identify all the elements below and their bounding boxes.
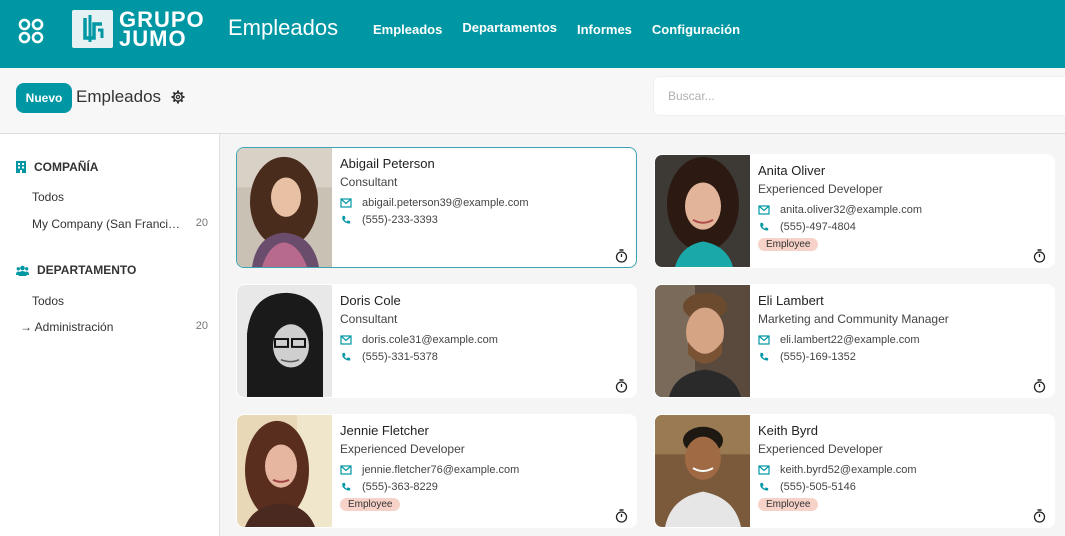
phone-icon — [342, 482, 351, 491]
main-menu: Empleados Departamentos Informes Configu… — [373, 20, 760, 37]
employee-tag: Employee — [340, 498, 401, 511]
employee-photo — [655, 285, 750, 397]
employee-phone[interactable]: (555)-505-5146 — [758, 481, 1044, 493]
employee-card[interactable]: Jennie Fletcher Experienced Developer je… — [236, 414, 637, 528]
section-company-title: COMPAÑÍA — [34, 160, 99, 174]
employee-email[interactable]: jennie.fletcher76@example.com — [340, 464, 626, 476]
employee-photo — [655, 155, 750, 267]
employee-email[interactable]: abigail.peterson39@example.com — [340, 197, 626, 209]
employee-tag: Employee — [758, 498, 819, 511]
stopwatch-icon[interactable] — [1033, 379, 1046, 393]
employee-phone[interactable]: (555)-363-8229 — [340, 481, 626, 493]
employee-name: Doris Cole — [340, 293, 401, 308]
employee-photo — [237, 285, 332, 397]
employee-name: Keith Byrd — [758, 423, 818, 438]
employee-job: Experienced Developer — [758, 182, 883, 196]
envelope-icon — [758, 335, 770, 345]
employee-job: Consultant — [340, 312, 398, 326]
brand-mark-icon — [72, 10, 113, 48]
brand-line-2: JUMO — [119, 26, 187, 51]
menu-configuracion[interactable]: Configuración — [652, 22, 740, 37]
menu-informes[interactable]: Informes — [577, 22, 632, 37]
employee-phone[interactable]: (555)-169-1352 — [758, 351, 1044, 363]
section-department: DEPARTAMENTO — [16, 263, 136, 277]
employee-job: Marketing and Community Manager — [758, 312, 949, 326]
employee-name: Eli Lambert — [758, 293, 824, 308]
employee-photo — [237, 415, 332, 527]
brand-logo[interactable]: GRUPO JUMO — [72, 9, 205, 51]
envelope-icon — [340, 335, 352, 345]
employee-card[interactable]: Eli Lambert Marketing and Community Mana… — [654, 284, 1055, 398]
employee-card[interactable]: Doris Cole Consultant doris.cole31@examp… — [236, 284, 637, 398]
building-icon — [16, 161, 26, 173]
top-navbar: GRUPO JUMO Empleados Empleados Departame… — [0, 0, 1065, 68]
stopwatch-icon[interactable] — [615, 379, 628, 393]
breadcrumb: Empleados — [76, 87, 162, 106]
control-panel: Nuevo Empleados — [0, 68, 1065, 134]
employee-tag: Employee — [758, 238, 819, 251]
phone-icon — [760, 352, 769, 361]
employee-photo — [237, 148, 332, 267]
employee-job: Experienced Developer — [340, 442, 465, 456]
department-item-administracion[interactable]: → Administración 20 — [20, 320, 208, 334]
section-company: COMPAÑÍA — [16, 160, 98, 174]
new-button[interactable]: Nuevo — [16, 83, 72, 113]
employee-name: Anita Oliver — [758, 163, 826, 178]
menu-empleados[interactable]: Empleados — [373, 22, 442, 37]
employee-photo — [655, 415, 750, 527]
stopwatch-icon[interactable] — [1033, 509, 1046, 523]
employee-phone[interactable]: (555)-233-3393 — [340, 214, 626, 226]
phone-icon — [760, 482, 769, 491]
employee-job: Consultant — [340, 175, 398, 189]
company-item-my-company[interactable]: My Company (San Francisco) 20 — [32, 217, 208, 231]
envelope-icon — [340, 198, 352, 208]
employee-email[interactable]: doris.cole31@example.com — [340, 334, 626, 346]
search-panel-sidebar: COMPAÑÍA Todos My Company (San Francisco… — [0, 134, 220, 536]
envelope-icon — [340, 465, 352, 475]
employee-phone[interactable]: (555)-331-5378 — [340, 351, 626, 363]
app-title: Empleados — [228, 15, 339, 40]
company-item-all[interactable]: Todos — [32, 190, 208, 204]
users-icon — [16, 265, 29, 276]
phone-icon — [342, 215, 351, 224]
employee-card[interactable]: Keith Byrd Experienced Developer keith.b… — [654, 414, 1055, 528]
employee-name: Jennie Fletcher — [340, 423, 429, 438]
envelope-icon — [758, 465, 770, 475]
apps-menu-icon[interactable] — [18, 18, 44, 44]
phone-icon — [342, 352, 351, 361]
envelope-icon — [758, 205, 770, 215]
employee-email[interactable]: eli.lambert22@example.com — [758, 334, 1044, 346]
search-input[interactable] — [653, 76, 1065, 116]
employee-phone[interactable]: (555)-497-4804 — [758, 221, 1044, 233]
employee-card[interactable]: Anita Oliver Experienced Developer anita… — [654, 154, 1055, 268]
gear-icon[interactable] — [171, 90, 185, 104]
employee-card[interactable]: Abigail Peterson Consultant abigail.pete… — [236, 147, 637, 268]
stopwatch-icon[interactable] — [615, 249, 628, 263]
employee-email[interactable]: anita.oliver32@example.com — [758, 204, 1044, 216]
employee-name: Abigail Peterson — [340, 156, 435, 171]
stopwatch-icon[interactable] — [615, 509, 628, 523]
menu-departamentos[interactable]: Departamentos — [462, 20, 557, 35]
employee-email[interactable]: keith.byrd52@example.com — [758, 464, 1044, 476]
stopwatch-icon[interactable] — [1033, 249, 1046, 263]
employee-job: Experienced Developer — [758, 442, 883, 456]
section-department-title: DEPARTAMENTO — [37, 263, 137, 277]
department-item-all[interactable]: Todos — [32, 294, 208, 308]
phone-icon — [760, 222, 769, 231]
